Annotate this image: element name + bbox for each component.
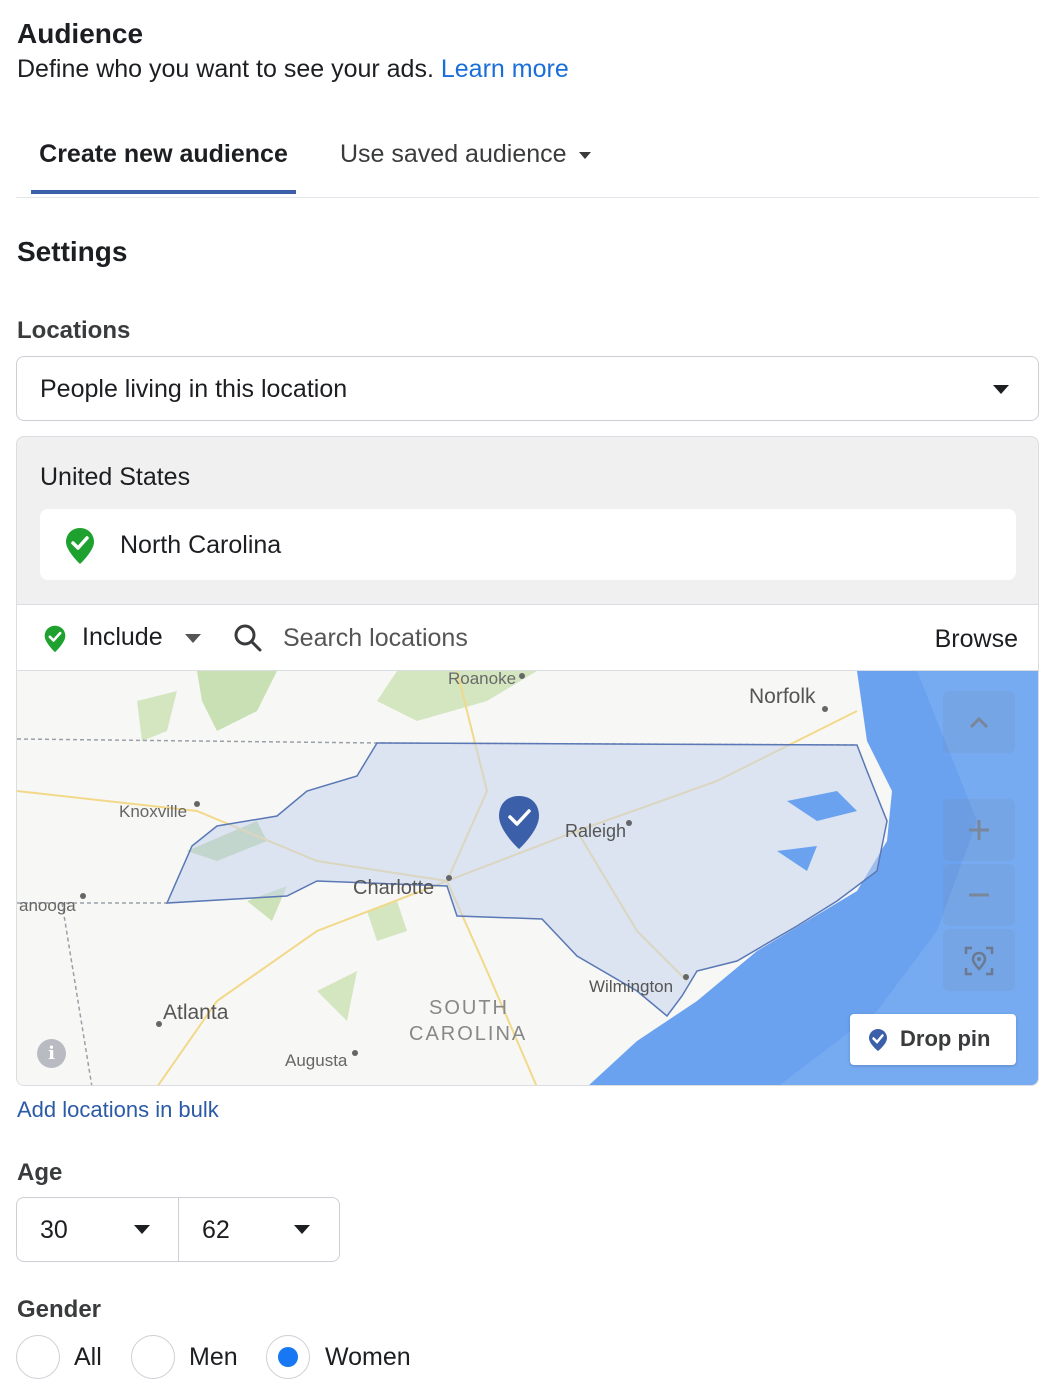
subtitle-text: Define who you want to see your ads. bbox=[17, 55, 434, 83]
chevron-down-icon bbox=[993, 385, 1009, 394]
locate-button[interactable] bbox=[943, 929, 1015, 991]
tabs-divider bbox=[16, 197, 1039, 198]
include-pin-icon bbox=[44, 625, 66, 653]
map-label-carolina: CAROLINA bbox=[409, 1023, 528, 1045]
caret-down-icon bbox=[578, 151, 591, 159]
map-label-chattanooga: anooga bbox=[19, 896, 76, 915]
active-tab-indicator bbox=[31, 190, 296, 194]
info-icon[interactable]: i bbox=[37, 1039, 66, 1068]
chevron-down-icon bbox=[294, 1225, 310, 1234]
chevron-down-icon[interactable] bbox=[185, 634, 201, 643]
drop-pin-label: Drop pin bbox=[900, 1026, 991, 1051]
map-label-roanoke: Roanoke bbox=[448, 669, 517, 688]
include-label: Include bbox=[82, 623, 163, 651]
gender-label: Gender bbox=[17, 1296, 102, 1323]
location-map[interactable]: Roanoke Norfolk Knoxville Raleigh Charlo… bbox=[17, 669, 1038, 1085]
gender-radio-all[interactable] bbox=[16, 1335, 60, 1379]
age-min-value: 30 bbox=[40, 1216, 68, 1244]
map-label-norfolk: Norfolk bbox=[749, 685, 816, 708]
map-label-atlanta: Atlanta bbox=[163, 1001, 229, 1024]
selected-location-name: North Carolina bbox=[120, 531, 282, 559]
selected-location-item[interactable]: North Carolina bbox=[40, 509, 1016, 580]
age-min-select[interactable]: 30 bbox=[17, 1198, 178, 1261]
age-label: Age bbox=[17, 1159, 63, 1186]
gender-option-women: Women bbox=[325, 1343, 411, 1371]
tab-create-new-audience[interactable]: Create new audience bbox=[31, 140, 296, 169]
include-dropdown[interactable]: Include bbox=[82, 623, 163, 652]
drop-pin-button[interactable]: Drop pin bbox=[850, 1014, 1016, 1065]
learn-more-link[interactable]: Learn more bbox=[441, 55, 569, 83]
zoom-in-button[interactable] bbox=[943, 799, 1015, 861]
search-locations-input[interactable] bbox=[283, 621, 843, 655]
location-type-select[interactable]: People living in this location bbox=[16, 356, 1039, 421]
age-range-selector: 30 62 bbox=[16, 1197, 340, 1262]
location-search-bar: Include Browse bbox=[17, 604, 1038, 671]
pin-check-icon bbox=[869, 1029, 887, 1051]
locate-pin-icon bbox=[964, 946, 994, 976]
map-label-raleigh: Raleigh bbox=[565, 821, 627, 841]
browse-button[interactable]: Browse bbox=[935, 625, 1018, 654]
location-type-value: People living in this location bbox=[40, 375, 348, 403]
age-max-select[interactable]: 62 bbox=[179, 1198, 339, 1261]
map-collapse-button[interactable] bbox=[943, 691, 1015, 753]
minus-icon bbox=[969, 893, 989, 897]
settings-heading: Settings bbox=[17, 236, 128, 267]
map-label-augusta: Augusta bbox=[285, 1051, 348, 1070]
search-icon bbox=[234, 624, 262, 652]
age-max-value: 62 bbox=[202, 1216, 230, 1244]
map-label-south: SOUTH bbox=[429, 997, 509, 1019]
gender-option-all: All bbox=[74, 1343, 102, 1371]
location-panel: United States North Carolina Include Bro… bbox=[16, 436, 1039, 1086]
gender-option-men: Men bbox=[189, 1343, 238, 1371]
add-locations-bulk-link[interactable]: Add locations in bulk bbox=[17, 1097, 219, 1123]
country-label: United States bbox=[40, 463, 191, 491]
zoom-out-button[interactable] bbox=[943, 864, 1015, 926]
tab-use-saved-audience[interactable]: Use saved audience bbox=[340, 140, 591, 169]
plus-icon bbox=[969, 820, 989, 840]
tab-saved-label: Use saved audience bbox=[340, 140, 567, 168]
chevron-down-icon bbox=[134, 1225, 150, 1234]
map-label-wilmington: Wilmington bbox=[589, 977, 674, 996]
gender-radio-men[interactable] bbox=[131, 1335, 175, 1379]
page-subtitle: Define who you want to see your ads. Lea… bbox=[17, 55, 569, 84]
gender-radio-women[interactable] bbox=[266, 1335, 310, 1379]
page-title: Audience bbox=[17, 18, 144, 49]
locations-label: Locations bbox=[17, 317, 131, 344]
map-label-charlotte: Charlotte bbox=[353, 877, 435, 899]
include-pin-icon bbox=[66, 528, 94, 564]
chevron-up-icon bbox=[969, 716, 989, 729]
map-label-knoxville: Knoxville bbox=[119, 802, 188, 821]
